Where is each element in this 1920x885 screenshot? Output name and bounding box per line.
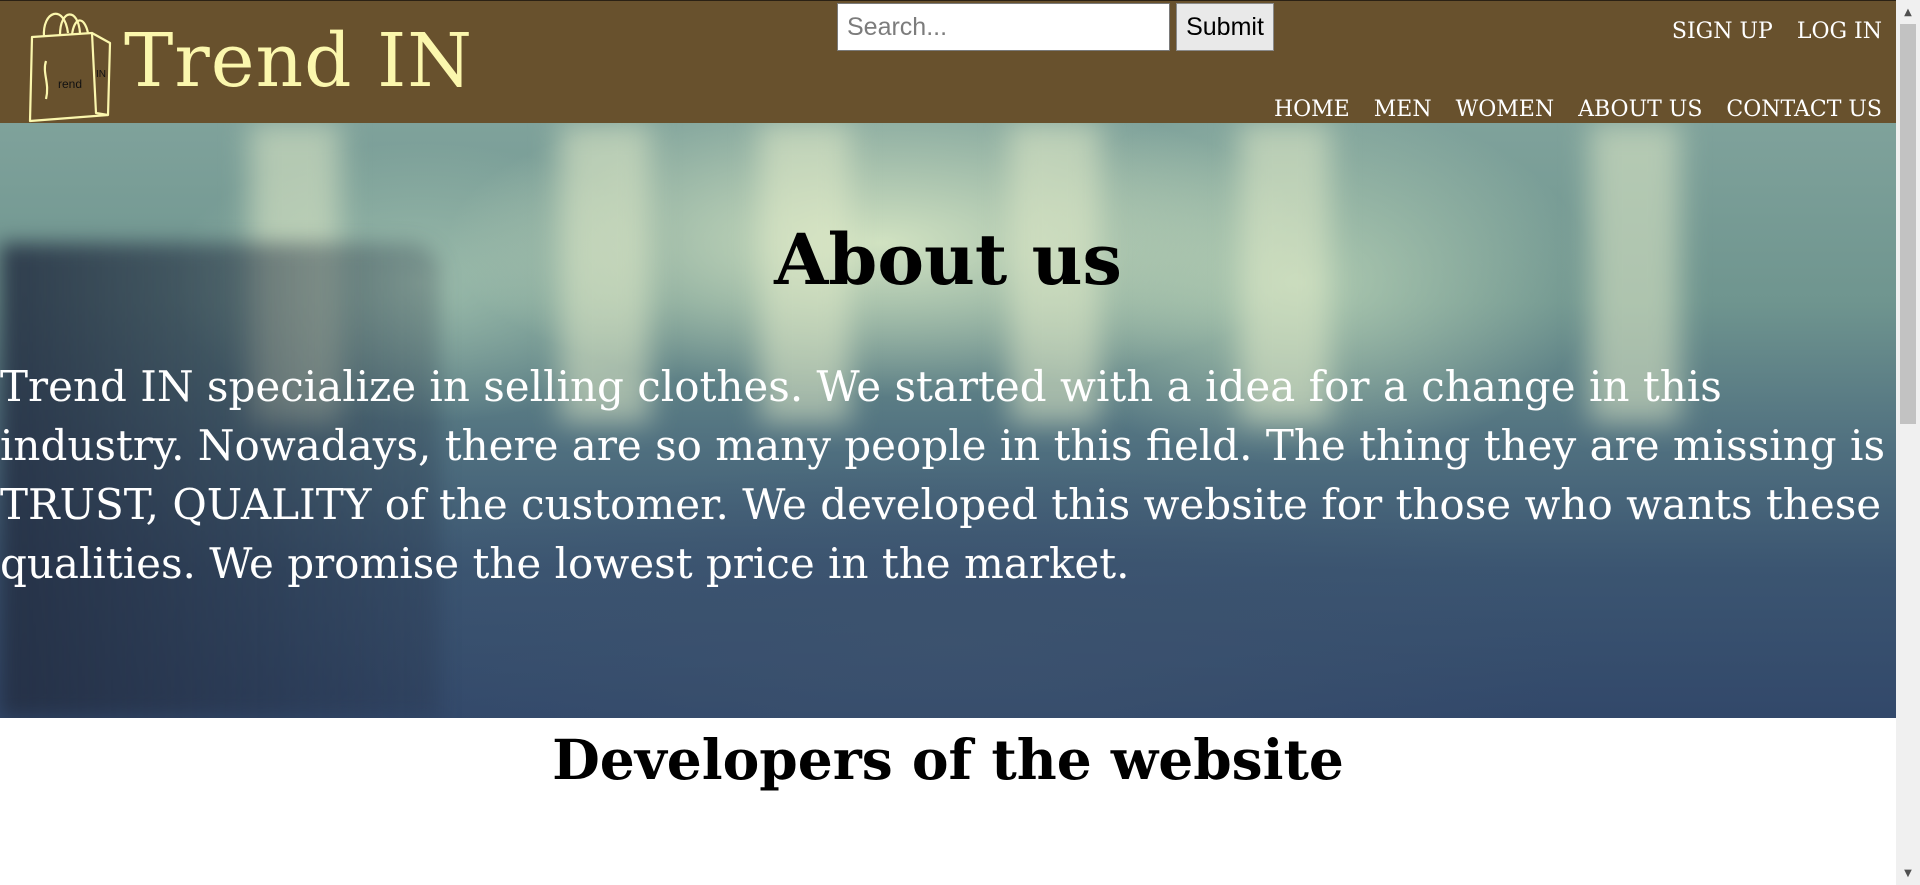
about-hero: About us Trend IN specialize in selling … [0,123,1896,718]
nav-item-contact-us[interactable]: CONTACT US [1726,95,1882,125]
submit-button[interactable]: Submit [1176,3,1274,51]
about-description: Trend IN specialize in selling clothes. … [0,362,1885,588]
page: rend IN Trend IN Submit SIGN UP LOG IN H… [0,0,1896,885]
developers-heading: Developers of the website [552,727,1344,792]
vertical-scrollbar[interactable]: ▲ ▼ [1896,0,1920,885]
shopping-bag-icon[interactable]: rend IN [22,3,116,123]
account-links: SIGN UP LOG IN [1672,17,1882,47]
scrollbar-thumb[interactable] [1900,24,1916,424]
logo-text-small: IN [96,69,106,80]
nav-item-men[interactable]: MEN [1374,95,1432,125]
main-nav: HOME MEN WOMEN ABOUT US CONTACT US [1274,95,1882,125]
chevron-down-icon[interactable]: ▼ [1896,863,1920,883]
nav-item-home[interactable]: HOME [1274,95,1350,125]
logo-text: rend [58,77,82,91]
chevron-up-icon[interactable]: ▲ [1896,2,1920,22]
nav-item-women[interactable]: WOMEN [1456,95,1554,125]
sign-up-link[interactable]: SIGN UP [1672,17,1773,47]
nav-item-about-us[interactable]: ABOUT US [1578,95,1702,125]
page-title: About us [774,218,1122,301]
log-in-link[interactable]: LOG IN [1797,17,1882,47]
site-header: rend IN Trend IN Submit SIGN UP LOG IN H… [0,0,1896,123]
search-input[interactable] [837,3,1170,51]
brand-name[interactable]: Trend IN [124,13,473,109]
